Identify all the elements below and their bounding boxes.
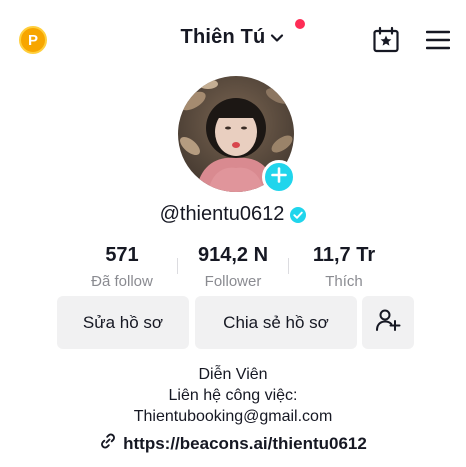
stat-likes-label: Thích bbox=[325, 273, 363, 290]
verified-icon bbox=[290, 206, 307, 223]
plus-icon bbox=[271, 166, 287, 188]
stat-following-label: Đã follow bbox=[91, 273, 153, 290]
link-icon bbox=[99, 432, 117, 455]
chevron-down-icon bbox=[269, 30, 285, 46]
add-friend-icon bbox=[375, 307, 401, 338]
profile-handle: @thientu0612 bbox=[159, 203, 285, 225]
calendar-star-icon[interactable] bbox=[372, 26, 400, 54]
hamburger-menu-icon[interactable] bbox=[425, 30, 451, 50]
bio-line: Liên hệ công việc: bbox=[168, 387, 298, 404]
notification-dot bbox=[295, 19, 305, 29]
bio-line: Diễn Viên bbox=[198, 366, 268, 383]
bio-email: Thientubooking@gmail.com bbox=[133, 408, 333, 425]
stat-followers[interactable]: 914,2 N Follower bbox=[178, 244, 288, 290]
stat-following[interactable]: 571 Đã follow bbox=[67, 244, 177, 290]
stat-followers-label: Follower bbox=[204, 273, 262, 290]
profile-title: Thiên Tú bbox=[180, 26, 266, 48]
stat-likes-value: 11,7 Tr bbox=[312, 244, 376, 266]
link-url: https://beacons.ai/thientu0612 bbox=[123, 433, 367, 453]
profile-bio: Diễn Viên Liên hệ công việc: Thientubook… bbox=[0, 364, 466, 427]
share-profile-button[interactable]: Chia sẻ hồ sơ bbox=[195, 296, 357, 349]
profile-link[interactable]: https://beacons.ai/thientu0612 bbox=[0, 432, 466, 455]
stat-likes[interactable]: 11,7 Tr Thích bbox=[289, 244, 399, 290]
stat-following-value: 571 bbox=[105, 244, 139, 266]
profile-handle-row: @thientu0612 bbox=[0, 203, 466, 226]
edit-profile-button[interactable]: Sửa hồ sơ bbox=[57, 296, 189, 349]
profile-stats: 571 Đã follow 914,2 N Follower 11,7 Tr T… bbox=[0, 244, 466, 290]
stat-followers-value: 914,2 N bbox=[197, 244, 269, 266]
add-avatar-button[interactable] bbox=[262, 160, 296, 194]
add-friend-button[interactable] bbox=[362, 296, 414, 349]
